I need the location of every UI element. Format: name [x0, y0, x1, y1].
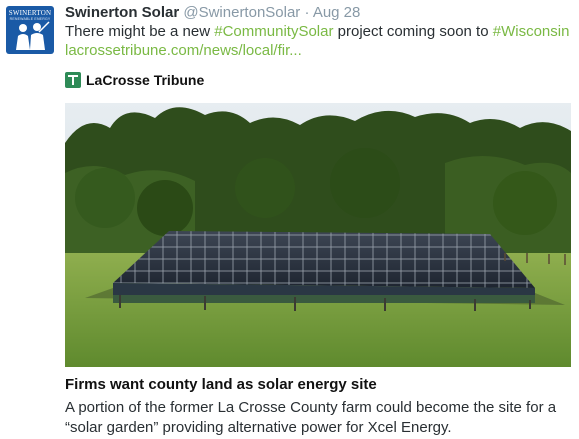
author-name[interactable]: Swinerton Solar — [65, 4, 179, 21]
tribune-logo-icon — [65, 72, 81, 88]
people-icon — [16, 21, 50, 50]
card-source[interactable]: LaCrosse Tribune — [65, 70, 204, 90]
card-image[interactable] — [65, 103, 571, 367]
tweet-header: Swinerton Solar @SwinertonSolar · Aug 28 — [65, 3, 360, 23]
hashtag-wisconsin[interactable]: #Wisconsin — [493, 23, 570, 40]
hashtag-communitysolar[interactable]: #CommunitySolar — [214, 23, 333, 40]
solar-field-photo — [65, 103, 571, 367]
tweet-text-part2: project coming soon to — [333, 23, 493, 40]
tweet-link[interactable]: lacrossetribune.com/news/local/fir... — [65, 41, 302, 60]
tweet-text: There might be a new #CommunitySolar pro… — [65, 22, 569, 41]
card-source-name: LaCrosse Tribune — [86, 72, 205, 88]
avatar[interactable]: SWINERTON RENEWABLE ENERGY — [6, 6, 54, 54]
card-description: A portion of the former La Crosse County… — [65, 399, 557, 436]
separator: · — [304, 4, 310, 21]
tweet-text-part1: There might be a new — [65, 23, 215, 40]
card-title[interactable]: Firms want county land as solar energy s… — [65, 376, 377, 393]
author-handle[interactable]: @SwinertonSolar — [183, 4, 300, 21]
tweet-date[interactable]: Aug 28 — [313, 4, 361, 21]
